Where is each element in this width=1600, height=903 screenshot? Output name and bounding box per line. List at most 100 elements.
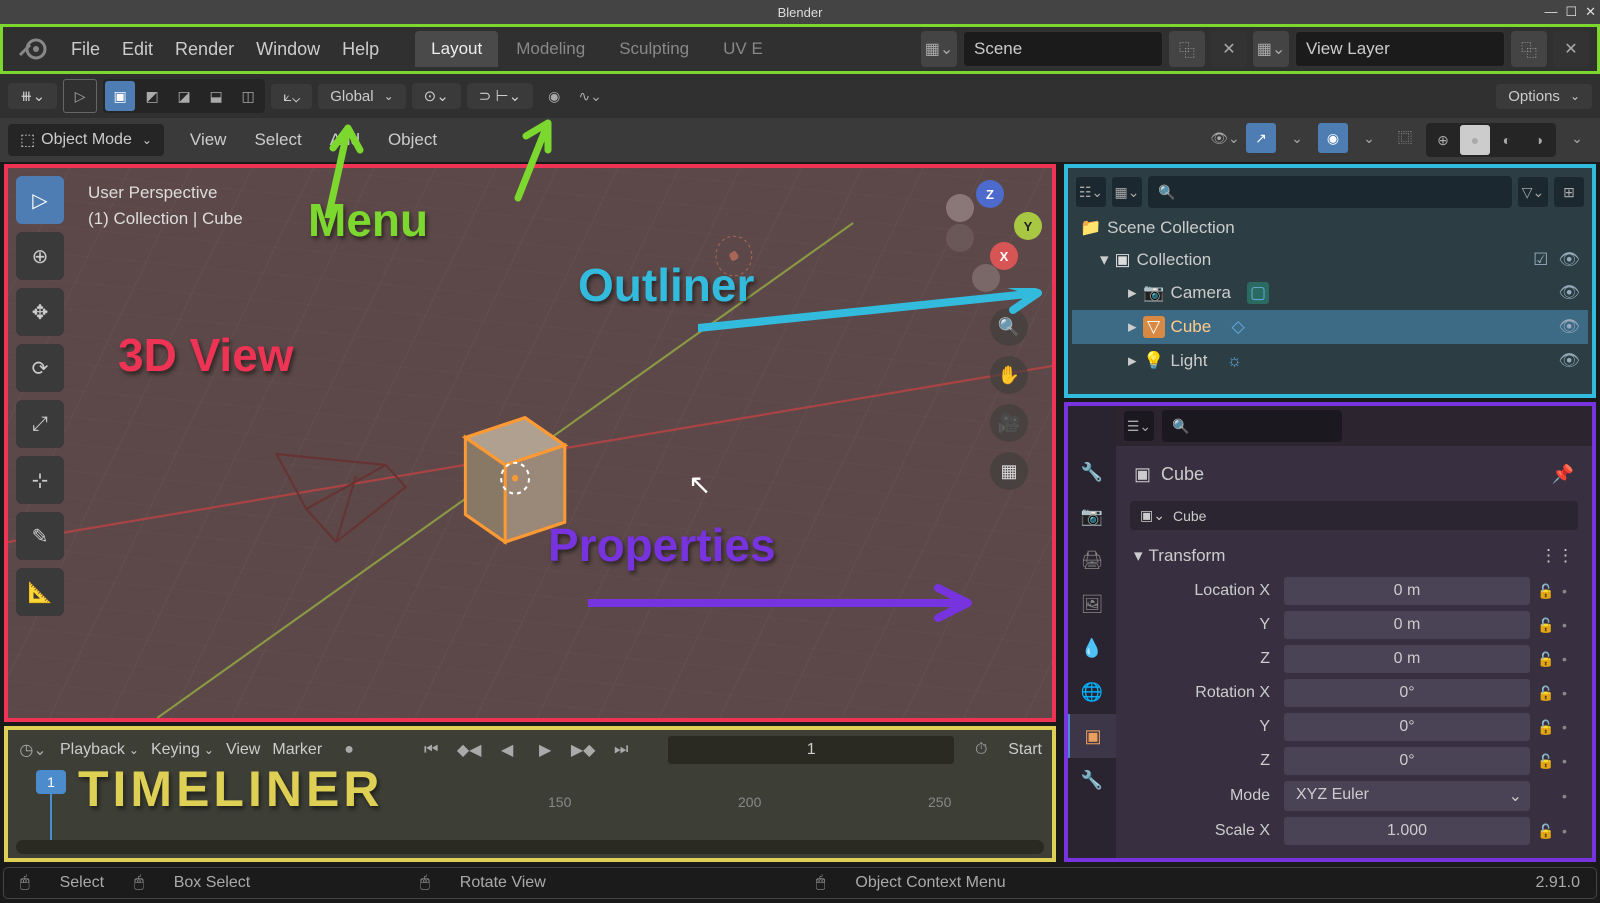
tab-sculpting[interactable]: Sculpting [603, 31, 705, 67]
snap-toggle[interactable]: ⊃ ⊢⌄ [467, 83, 533, 109]
layer-delete-icon[interactable]: ✕ [1553, 31, 1589, 67]
timeline-view[interactable]: View [226, 741, 260, 759]
timeline-editor-icon[interactable]: ◷⌄ [18, 735, 48, 765]
tool-transform[interactable]: ⊹ [16, 456, 64, 504]
rotation-y-field[interactable]: 0° [1284, 713, 1530, 741]
menu-render[interactable]: Render [175, 39, 234, 60]
play-icon[interactable]: ▶ [530, 735, 560, 765]
select-diff-icon[interactable]: ⬓ [201, 81, 231, 111]
timeline-marker[interactable]: Marker [272, 741, 322, 759]
overlay-toggle-icon[interactable]: ◉ [1318, 123, 1348, 153]
outliner-search[interactable]: 🔍 [1148, 176, 1512, 208]
orientation-dropdown[interactable]: Global [318, 84, 405, 109]
viewlayer-input[interactable] [1306, 39, 1446, 59]
transform-section[interactable]: ▾ Transform ⋮⋮ [1130, 538, 1578, 574]
eye-icon[interactable]: 👁 [1558, 250, 1580, 270]
outliner-panel[interactable]: ☷⌄ ▦⌄ 🔍 ▽⌄ ⊞ 📁 Scene Collection ▾ ▣ Coll… [1064, 164, 1596, 398]
lock-icon[interactable]: 🔓 [1534, 617, 1558, 634]
jump-start-icon[interactable]: ⏮ [416, 735, 446, 765]
location-x-field[interactable]: 0 m [1284, 577, 1530, 605]
transform-orient-icon[interactable]: ⟀⌄ [271, 84, 312, 109]
mode-selector[interactable]: ⬚ Object Mode [8, 124, 164, 156]
rotation-z-field[interactable]: 0° [1284, 747, 1530, 775]
blender-logo-icon[interactable] [11, 28, 53, 70]
header-add[interactable]: Add [318, 124, 372, 156]
tab-uv[interactable]: UV E [707, 31, 779, 67]
scene-browse-icon[interactable]: ▦⌄ [921, 31, 957, 67]
timer-icon[interactable]: ⏱ [966, 735, 996, 765]
menu-file[interactable]: File [71, 39, 100, 60]
outliner-display-icon[interactable]: ▦⌄ [1112, 177, 1142, 207]
cursor-tool-icon[interactable]: ▷ [63, 79, 97, 113]
keyframe-prev-icon[interactable]: ◆◀ [454, 735, 484, 765]
tree-scene-collection[interactable]: 📁 Scene Collection [1072, 212, 1588, 244]
expand-icon[interactable]: ▸ [1128, 317, 1137, 337]
keyframe-next-icon[interactable]: ▶◆ [568, 735, 598, 765]
props-search[interactable]: 🔍 [1162, 410, 1342, 442]
pan-icon[interactable]: ✋ [990, 356, 1028, 394]
select-int-icon[interactable]: ◫ [233, 81, 263, 111]
jump-end-icon[interactable]: ⏭ [606, 735, 636, 765]
scene-new-icon[interactable]: ⿻ [1169, 31, 1205, 67]
select-ext1-icon[interactable]: ◩ [137, 81, 167, 111]
gizmo-toggle-icon[interactable]: ↗ [1246, 123, 1276, 153]
tab-modeling[interactable]: Modeling [500, 31, 601, 67]
location-y-field[interactable]: 0 m [1284, 611, 1530, 639]
play-reverse-icon[interactable]: ◀ [492, 735, 522, 765]
tree-item-camera[interactable]: ▸ 📷 Camera ▢ 👁 [1072, 276, 1588, 310]
tree-item-light[interactable]: ▸ 💡 Light ☼ 👁 [1072, 344, 1588, 378]
lock-icon[interactable]: 🔓 [1534, 651, 1558, 668]
lock-icon[interactable]: 🔓 [1534, 753, 1558, 770]
shade-matprev-icon[interactable]: ◐ [1492, 125, 1522, 155]
lock-icon[interactable]: 🔓 [1534, 583, 1558, 600]
eye-icon[interactable]: 👁 [1558, 283, 1580, 303]
navigation-gizmo[interactable]: Z Y X [946, 184, 1036, 274]
location-z-field[interactable]: 0 m [1284, 645, 1530, 673]
perspective-icon[interactable]: ▦ [990, 452, 1028, 490]
shade-wire-icon[interactable]: ⊕ [1428, 125, 1458, 155]
snap-dropdown[interactable]: ⧻⌄ [8, 83, 57, 109]
checkbox-icon[interactable]: ☑ [1533, 250, 1548, 270]
layer-browse-icon[interactable]: ▦⌄ [1253, 31, 1289, 67]
viewport-3d[interactable]: ▷ ⊕ ✥ ⟳ ⤢ ⊹ ✎ 📐 User Perspective (1) Col… [4, 164, 1056, 722]
propfalloff-icon[interactable]: ∿⌄ [575, 81, 605, 111]
pin-icon[interactable]: 📌 [1552, 464, 1574, 485]
lock-icon[interactable]: 🔓 [1534, 685, 1558, 702]
prop-tab-modifier[interactable]: 🔧 [1068, 758, 1116, 802]
propedit-icon[interactable]: ◉ [539, 81, 569, 111]
tab-layout[interactable]: Layout [415, 31, 498, 67]
playhead[interactable]: 1 [36, 770, 66, 844]
outliner-filter-icon[interactable]: ▽⌄ [1518, 177, 1548, 207]
properties-panel[interactable]: 🔧 📷 🖨 🖼 💧 🌐 ▣ 🔧 ☰⌄ 🔍 ▣ Cube 📌 [1064, 402, 1596, 862]
tool-measure[interactable]: 📐 [16, 568, 64, 616]
current-frame-field[interactable]: 1 [668, 736, 954, 764]
header-select[interactable]: Select [242, 124, 313, 156]
prop-tab-object[interactable]: ▣ [1068, 714, 1116, 758]
prop-tab-world[interactable]: 🌐 [1068, 670, 1116, 714]
header-object[interactable]: Object [376, 124, 449, 156]
data-block-selector[interactable]: ▣⌄ Cube [1130, 501, 1578, 530]
timeline-playback[interactable]: Playback [60, 741, 139, 759]
tree-item-cube[interactable]: ▸ ▽ Cube ◇ 👁 [1072, 310, 1588, 344]
shade-solid-icon[interactable]: ● [1460, 125, 1490, 155]
prop-tab-viewlayer[interactable]: 🖼 [1068, 582, 1116, 626]
prop-tab-output[interactable]: 🖨 [1068, 538, 1116, 582]
scene-input[interactable] [974, 39, 1114, 59]
xray-icon[interactable]: ⿴ [1390, 123, 1420, 153]
props-editor-icon[interactable]: ☰⌄ [1124, 411, 1154, 441]
scene-name-field[interactable] [963, 31, 1163, 67]
tool-move[interactable]: ✥ [16, 288, 64, 336]
expand-icon[interactable]: ▸ [1128, 283, 1137, 303]
close-icon[interactable]: ✕ [1585, 4, 1596, 20]
axis-y[interactable]: Y [1014, 212, 1042, 240]
header-view[interactable]: View [178, 124, 239, 156]
drag-handle-icon[interactable]: ⋮⋮ [1540, 546, 1574, 566]
shade-render-icon[interactable]: ◑ [1524, 125, 1554, 155]
options-dropdown[interactable]: Options [1496, 84, 1592, 109]
gizmo-drop-icon[interactable]: ⌄ [1282, 123, 1312, 153]
tool-select-box[interactable]: ▷ [16, 176, 64, 224]
shading-drop-icon[interactable]: ⌄ [1562, 123, 1592, 153]
maximize-icon[interactable]: ☐ [1565, 4, 1577, 20]
scene-delete-icon[interactable]: ✕ [1211, 31, 1247, 67]
tree-collection[interactable]: ▾ ▣ Collection ☑👁 [1072, 244, 1588, 276]
